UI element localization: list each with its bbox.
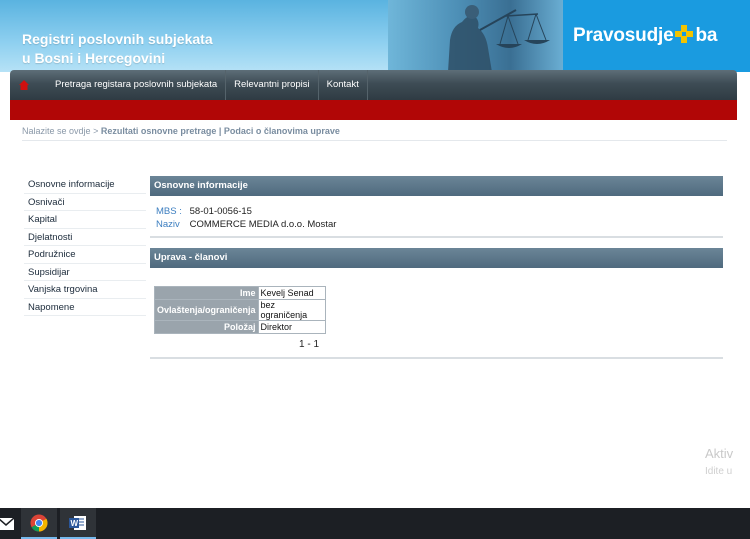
divider (22, 140, 727, 141)
management-table: Ime Kevelj Senad Ovlaštenja/ograničenja … (154, 286, 326, 334)
breadcrumb-prefix: Nalazite se ovdje (22, 126, 91, 136)
ovlastenja-value: bez ograničenja (257, 299, 326, 321)
sidebar-item-djelatnosti[interactable]: Djelatnosti (24, 229, 146, 246)
logo-cross-icon (674, 24, 694, 44)
sidebar: Osnovne informacije Osnivači Kapital Dje… (24, 176, 146, 316)
table-row: Ime Kevelj Senad (154, 286, 326, 300)
panel-divider (150, 357, 723, 359)
svg-text:W: W (71, 519, 79, 528)
pravosudje-logo[interactable]: Pravosudje ba (563, 0, 750, 72)
breadcrumb: Nalazite se ovdje > Rezultati osnovne pr… (22, 126, 340, 136)
logo-text-right: ba (695, 25, 718, 46)
sidebar-item-vanjska-trgovina[interactable]: Vanjska trgovina (24, 281, 146, 299)
site-header: Registri poslovnih subjekata u Bosni i H… (0, 0, 750, 72)
nav-item-pretraga[interactable]: Pretraga registara poslovnih subjekata (47, 70, 227, 100)
justice-statue-image (388, 0, 563, 72)
mbs-label: MBS : (156, 206, 182, 217)
pagination[interactable]: 1 - 1 (299, 339, 319, 350)
word-icon[interactable]: W (60, 508, 96, 539)
naziv-row: Naziv COMMERCE MEDIA d.o.o. Mostar (156, 219, 336, 230)
breadcrumb-current: Rezultati osnovne pretrage | Podaci o čl… (100, 126, 340, 136)
ime-value: Kevelj Senad (257, 286, 326, 300)
panel-divider (150, 236, 723, 238)
polozaj-value: Direktor (257, 320, 326, 334)
sidebar-item-osnivaci[interactable]: Osnivači (24, 194, 146, 211)
sidebar-item-osnovne-informacije[interactable]: Osnovne informacije (24, 176, 146, 194)
sidebar-item-supsidijar[interactable]: Supsidijar (24, 264, 146, 281)
naziv-value: COMMERCE MEDIA d.o.o. Mostar (189, 219, 337, 230)
site-title-line1: Registri poslovnih subjekata (22, 31, 213, 47)
activation-watermark-text: Idite u (705, 466, 733, 477)
site-title-line2: u Bosni i Hercegovini (22, 50, 166, 66)
table-row: Položaj Direktor (154, 320, 326, 334)
management-heading: Uprava - članovi (150, 248, 723, 268)
ovlastenja-label: Ovlaštenja/ograničenja (154, 299, 259, 321)
red-accent-bar (10, 100, 737, 120)
main-nav: Pretraga registara poslovnih subjekata R… (10, 70, 737, 100)
table-row: Ovlaštenja/ograničenja bez ograničenja (154, 299, 326, 321)
nav-item-kontakt[interactable]: Kontakt (319, 70, 368, 100)
ime-label: Ime (154, 286, 259, 300)
mbs-value: 58-01-0056-15 (189, 206, 252, 217)
sidebar-item-napomene[interactable]: Napomene (24, 299, 146, 316)
polozaj-label: Položaj (154, 320, 259, 334)
home-icon[interactable] (18, 79, 30, 91)
activation-watermark-title: Aktiv (705, 446, 734, 461)
logo-text-left: Pravosudje (573, 25, 674, 46)
breadcrumb-separator: > (93, 126, 99, 136)
taskbar: W (0, 508, 750, 539)
basic-info-heading: Osnovne informacije (150, 176, 723, 196)
chrome-icon[interactable] (21, 508, 57, 539)
naziv-label: Naziv (156, 219, 180, 230)
sidebar-item-podruznice[interactable]: Podružnice (24, 246, 146, 264)
mbs-row: MBS : 58-01-0056-15 (156, 206, 252, 217)
nav-item-propisi[interactable]: Relevantni propisi (226, 70, 319, 100)
sidebar-item-kapital[interactable]: Kapital (24, 211, 146, 229)
site-title[interactable]: Registri poslovnih subjekata u Bosni i H… (22, 30, 213, 68)
